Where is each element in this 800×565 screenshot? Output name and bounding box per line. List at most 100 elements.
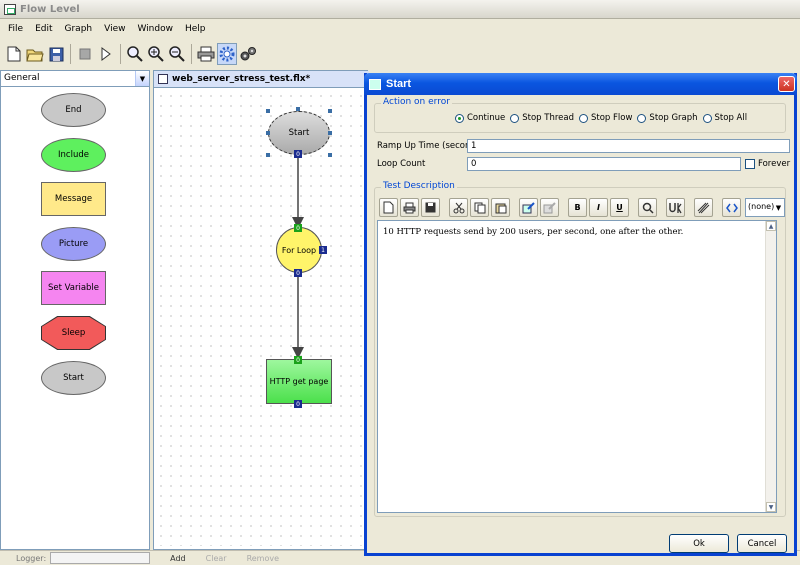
- scroll-up-icon[interactable]: ▲: [766, 221, 776, 231]
- palette-item-start[interactable]: Start: [41, 361, 106, 395]
- link-icon[interactable]: [694, 198, 713, 217]
- scroll-down-icon[interactable]: ▼: [766, 502, 776, 512]
- selection-handle[interactable]: [266, 109, 270, 113]
- find-icon[interactable]: [638, 198, 657, 217]
- run-icon[interactable]: [96, 43, 116, 65]
- menu-graph[interactable]: Graph: [59, 24, 99, 34]
- print-icon[interactable]: [400, 198, 419, 217]
- radio-label: Continue: [467, 113, 506, 123]
- selection-handle[interactable]: [328, 153, 332, 157]
- node-http-get-page[interactable]: HTTP get page: [266, 359, 332, 404]
- underline-button[interactable]: U: [610, 198, 629, 217]
- graph-editor: web_server_stress_test.flx* Start 0 For …: [153, 70, 369, 550]
- menu-file[interactable]: File: [2, 24, 29, 34]
- ramp-up-input[interactable]: 1: [467, 139, 790, 153]
- node-for-loop[interactable]: For Loop: [276, 227, 322, 273]
- menu-view[interactable]: View: [98, 24, 131, 34]
- plugins-icon[interactable]: [238, 43, 258, 65]
- description-editor[interactable]: 10 HTTP requests send by 200 users, per …: [377, 220, 777, 513]
- chevron-down-icon[interactable]: ▼: [135, 71, 149, 86]
- unicode-icon[interactable]: [666, 198, 685, 217]
- logger-select[interactable]: [50, 552, 151, 564]
- vertical-scrollbar[interactable]: ▲ ▼: [765, 221, 776, 512]
- node-port-out[interactable]: 0: [294, 269, 302, 277]
- remove-button[interactable]: Remove: [247, 554, 279, 563]
- settings-icon[interactable]: [217, 43, 237, 65]
- paste-icon[interactable]: [491, 198, 510, 217]
- dialog-icon: [369, 78, 381, 90]
- node-label: HTTP get page: [269, 377, 329, 386]
- node-port-in[interactable]: 0: [294, 224, 302, 232]
- ok-button[interactable]: Ok: [669, 534, 729, 553]
- menu-help[interactable]: Help: [179, 24, 212, 34]
- node-port-out[interactable]: 0: [294, 400, 302, 408]
- print-icon[interactable]: [196, 43, 216, 65]
- redo-icon[interactable]: [540, 198, 559, 217]
- graph-connections: [292, 157, 304, 359]
- node-label: Start: [288, 128, 310, 138]
- copy-icon[interactable]: [470, 198, 489, 217]
- zoom-in-icon[interactable]: [146, 43, 166, 65]
- loop-count-input[interactable]: 0: [467, 157, 741, 171]
- start-properties-dialog: Start ✕ Action on error Continue Stop Th…: [364, 73, 797, 556]
- zoom-out-icon[interactable]: [167, 43, 187, 65]
- palette-item-label: Message: [54, 194, 93, 204]
- stop-icon[interactable]: [75, 43, 95, 65]
- palette-category-select[interactable]: General ▼: [1, 71, 149, 87]
- menu-window[interactable]: Window: [131, 24, 179, 34]
- style-select[interactable]: (none) ▼: [745, 198, 785, 217]
- selection-handle[interactable]: [296, 107, 300, 111]
- shape-palette: General ▼ End Include Message Picture Se…: [0, 70, 150, 550]
- save-icon[interactable]: [421, 198, 440, 217]
- add-button[interactable]: Add: [170, 554, 186, 563]
- radio-stop-graph[interactable]: Stop Graph: [637, 113, 698, 123]
- node-port-in[interactable]: 0: [294, 356, 302, 364]
- palette-item-include[interactable]: Include: [41, 138, 106, 172]
- node-label: For Loop: [281, 245, 317, 255]
- cancel-button[interactable]: Cancel: [737, 534, 787, 553]
- source-icon[interactable]: [722, 198, 741, 217]
- loop-count-label: Loop Count: [377, 159, 426, 169]
- palette-item-picture[interactable]: Picture: [41, 227, 106, 261]
- action-on-error-group: Action on error Continue Stop Thread Sto…: [374, 97, 786, 133]
- graph-canvas[interactable]: Start 0 For Loop 0 1 0 HTTP get page 0 0: [156, 91, 366, 546]
- radio-stop-thread[interactable]: Stop Thread: [510, 113, 574, 123]
- radio-stop-all[interactable]: Stop All: [702, 113, 747, 123]
- node-port-out[interactable]: 0: [294, 150, 302, 158]
- toolbar-separator: [70, 44, 71, 64]
- palette-item-set-variable[interactable]: Set Variable: [41, 271, 106, 305]
- radio-button-icon: [637, 113, 647, 123]
- selection-handle[interactable]: [328, 109, 332, 113]
- zoom-icon[interactable]: [125, 43, 145, 65]
- bold-button[interactable]: B: [568, 198, 587, 217]
- app-title-bar: Flow Level: [0, 0, 800, 19]
- menu-edit[interactable]: Edit: [29, 24, 58, 34]
- new-icon[interactable]: [4, 43, 24, 65]
- palette-item-label: Picture: [58, 239, 89, 249]
- selection-handle[interactable]: [266, 131, 270, 135]
- editor-tab[interactable]: web_server_stress_test.flx*: [154, 71, 369, 88]
- radio-stop-flow[interactable]: Stop Flow: [578, 113, 633, 123]
- selection-handle[interactable]: [328, 131, 332, 135]
- chevron-down-icon[interactable]: ▼: [773, 199, 784, 216]
- palette-item-sleep[interactable]: Sleep: [41, 316, 106, 350]
- undo-icon[interactable]: [519, 198, 538, 217]
- new-doc-icon[interactable]: [379, 198, 398, 217]
- clear-button[interactable]: Clear: [206, 554, 227, 563]
- selection-handle[interactable]: [266, 153, 270, 157]
- forever-label: Forever: [758, 159, 791, 169]
- close-icon[interactable]: ✕: [778, 76, 795, 92]
- palette-item-message[interactable]: Message: [41, 182, 106, 216]
- radio-label: Stop Flow: [590, 113, 633, 123]
- node-start[interactable]: Start: [268, 111, 330, 155]
- palette-item-end[interactable]: End: [41, 93, 106, 127]
- dialog-title-bar[interactable]: Start ✕: [364, 73, 797, 95]
- italic-button[interactable]: I: [589, 198, 608, 217]
- forever-checkbox[interactable]: [745, 159, 755, 169]
- radio-group: Continue Stop Thread Stop Flow Stop Grap…: [455, 113, 747, 123]
- open-icon[interactable]: [25, 43, 45, 65]
- cut-icon[interactable]: [449, 198, 468, 217]
- node-port-side[interactable]: 1: [319, 246, 327, 254]
- radio-continue[interactable]: Continue: [455, 113, 505, 123]
- save-icon[interactable]: [46, 43, 66, 65]
